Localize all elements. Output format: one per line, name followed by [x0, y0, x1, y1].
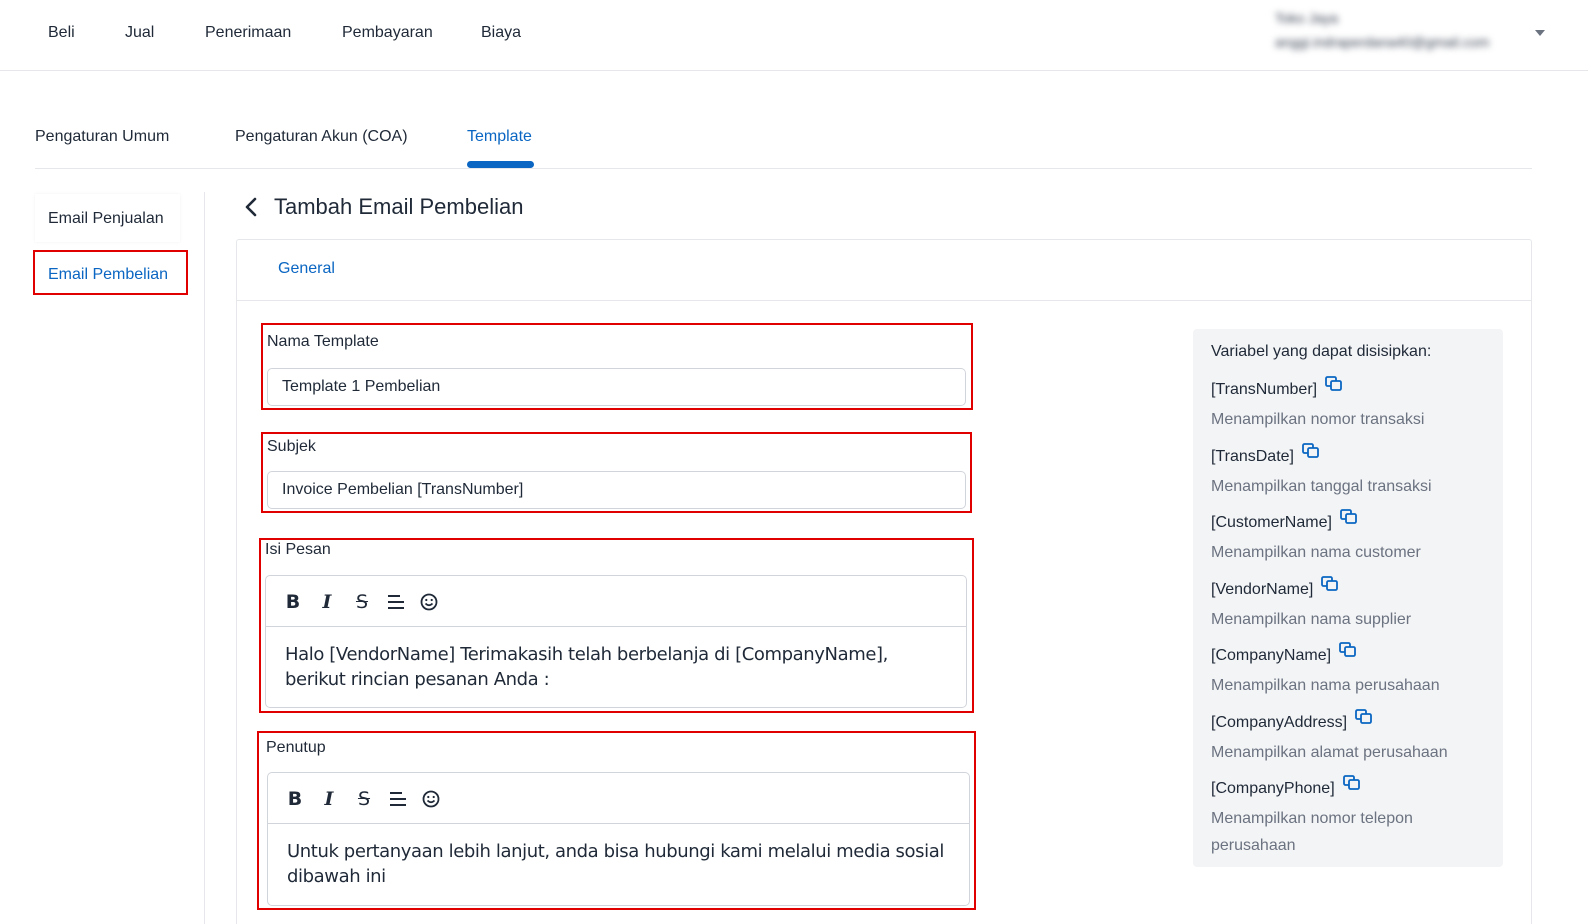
variable-item: [CompanyName] Menampilkan nama perusahaa…	[1211, 642, 1496, 699]
subject-input[interactable]	[267, 471, 966, 509]
variable-item: [CompanyAddress] Menampilkan alamat peru…	[1211, 709, 1496, 766]
variable-item: [CompanyPhone] Menampilkan nomor telepon…	[1211, 775, 1441, 859]
closing-editor[interactable]: B I S Untuk pertanyaan lebih lanjut, and…	[267, 772, 970, 906]
variable-item: [TransDate] Menampilkan tanggal transaks…	[1211, 443, 1496, 500]
user-name: Toko Jaya	[1275, 10, 1339, 26]
strikethrough-icon[interactable]: S	[353, 788, 375, 810]
body-group: Isi Pesan B I S Halo [VendorName] Terima…	[259, 538, 974, 713]
tab-template[interactable]: Template	[467, 128, 532, 146]
back-arrow-icon[interactable]	[241, 195, 261, 219]
editor-toolbar: B I S	[266, 576, 966, 627]
sidebar-item-email-pembelian[interactable]: Email Pembelian	[33, 250, 188, 295]
variable-name: [VendorName]	[1211, 581, 1314, 598]
copy-icon[interactable]	[1339, 642, 1357, 658]
user-email: anggi.indraperdana40@gmail.com	[1275, 34, 1490, 50]
variables-title: Variabel yang dapat disisipkan:	[1211, 343, 1432, 360]
tab-pengaturan-umum[interactable]: Pengaturan Umum	[35, 128, 169, 146]
subject-label: Subjek	[267, 438, 316, 455]
align-icon[interactable]	[387, 788, 409, 810]
emoji-icon[interactable]	[418, 591, 440, 613]
menu-beli[interactable]: Beli	[48, 24, 75, 42]
tab-general[interactable]: General	[278, 260, 335, 278]
menu-pembayaran[interactable]: Pembayaran	[342, 24, 433, 42]
variable-item: [TransNumber] Menampilkan nomor transaks…	[1211, 376, 1496, 433]
variable-description: Menampilkan alamat perusahaan	[1211, 744, 1448, 761]
variables-panel: Variabel yang dapat disisipkan: [TransNu…	[1193, 329, 1503, 867]
closing-label: Penutup	[266, 739, 326, 756]
closing-group: Penutup B I S Untuk pertanyaan lebih lan…	[257, 731, 976, 910]
template-sidebar: Email Penjualan Email Pembelian	[33, 192, 205, 924]
copy-icon[interactable]	[1302, 443, 1320, 459]
body-label: Isi Pesan	[265, 541, 331, 558]
template-name-group: Nama Template	[261, 323, 973, 410]
page-title: Tambah Email Pembelian	[274, 194, 524, 219]
copy-icon[interactable]	[1340, 509, 1358, 525]
variable-name: [TransNumber]	[1211, 381, 1318, 398]
body-text[interactable]: Halo [VendorName] Terimakasih telah berb…	[285, 642, 946, 692]
copy-icon[interactable]	[1321, 576, 1339, 592]
strikethrough-icon[interactable]: S	[351, 591, 373, 613]
menu-jual[interactable]: Jual	[125, 24, 154, 42]
template-name-label: Nama Template	[267, 333, 379, 350]
copy-icon[interactable]	[1325, 376, 1343, 392]
editor-toolbar: B I S	[268, 773, 969, 824]
tab-pengaturan-akun[interactable]: Pengaturan Akun (COA)	[235, 128, 408, 146]
variable-item: [CustomerName] Menampilkan nama customer	[1211, 509, 1496, 566]
variable-description: Menampilkan nama customer	[1211, 544, 1421, 561]
variable-description: Menampilkan tanggal transaksi	[1211, 478, 1432, 495]
variable-name: [CompanyAddress]	[1211, 714, 1348, 731]
emoji-icon[interactable]	[420, 788, 442, 810]
template-name-input[interactable]	[267, 368, 966, 406]
variable-name: [CompanyName]	[1211, 647, 1332, 664]
variable-description: Menampilkan nama supplier	[1211, 611, 1412, 628]
sidebar-item-email-penjualan[interactable]: Email Penjualan	[35, 194, 180, 242]
copy-icon[interactable]	[1355, 709, 1373, 725]
variable-name: [CustomerName]	[1211, 514, 1332, 531]
variable-description: Menampilkan nama perusahaan	[1211, 677, 1440, 694]
active-tab-indicator	[467, 161, 534, 168]
bold-icon[interactable]: B	[282, 591, 304, 613]
top-navbar: Beli Jual Penerimaan Pembayaran Biaya To…	[0, 0, 1588, 71]
variable-name: [TransDate]	[1211, 448, 1294, 465]
italic-icon[interactable]: I	[316, 591, 338, 613]
align-icon[interactable]	[385, 591, 407, 613]
body-editor[interactable]: B I S Halo [VendorName] Terimakasih tela…	[265, 575, 967, 708]
menu-penerimaan[interactable]: Penerimaan	[205, 24, 291, 42]
bold-icon[interactable]: B	[284, 788, 306, 810]
copy-icon[interactable]	[1342, 775, 1361, 791]
user-menu[interactable]: Toko Jaya anggi.indraperdana40@gmail.com	[1275, 10, 1535, 50]
variable-description: Menampilkan nomor transaksi	[1211, 411, 1425, 428]
chevron-down-icon[interactable]	[1535, 30, 1545, 36]
menu-biaya[interactable]: Biaya	[481, 24, 521, 42]
italic-icon[interactable]: I	[318, 788, 340, 810]
closing-text[interactable]: Untuk pertanyaan lebih lanjut, anda bisa…	[287, 839, 949, 889]
settings-tabs: Pengaturan Umum Pengaturan Akun (COA) Te…	[35, 125, 1532, 169]
variable-name: [CompanyPhone]	[1211, 780, 1335, 797]
subject-group: Subjek	[261, 432, 972, 513]
variable-item: [VendorName] Menampilkan nama supplier	[1211, 576, 1496, 633]
card-tabs: General	[237, 240, 1531, 301]
variable-description: Menampilkan nomor telepon perusahaan	[1211, 810, 1413, 854]
